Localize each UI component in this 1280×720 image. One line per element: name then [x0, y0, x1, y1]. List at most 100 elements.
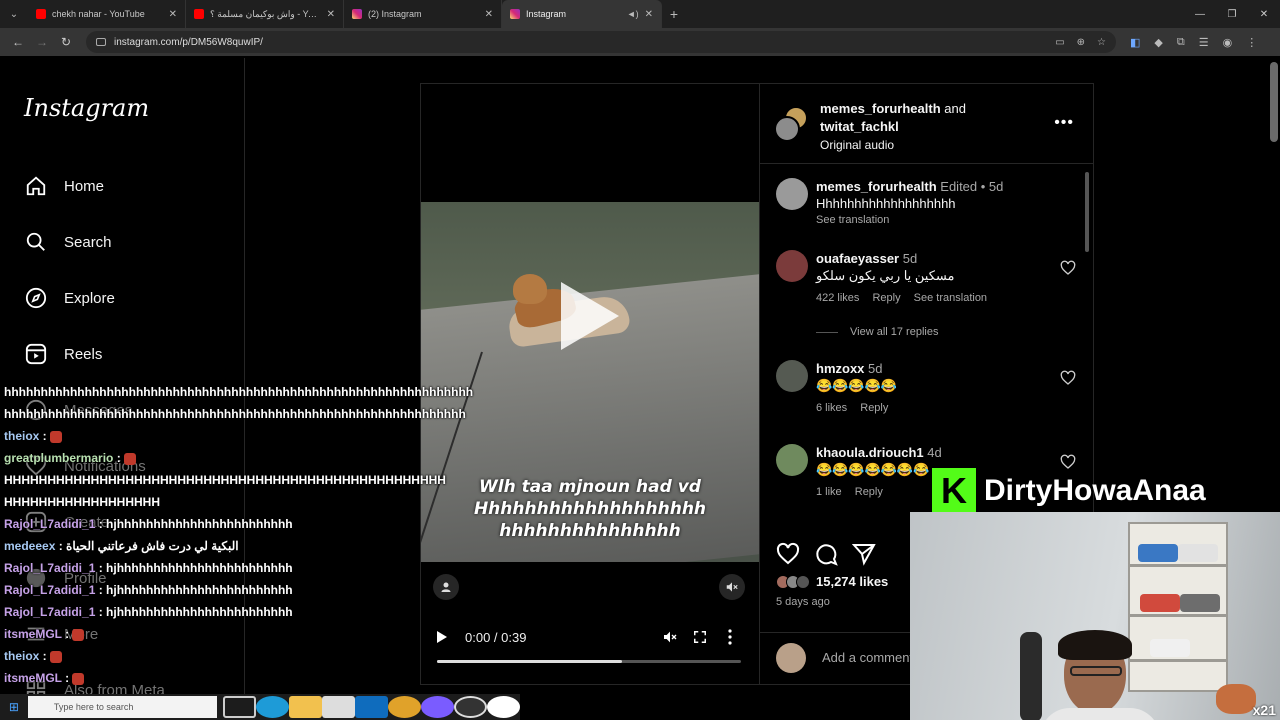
sidebar-item-explore[interactable]: Explore [24, 286, 115, 310]
cast-icon[interactable]: ▭ [1055, 37, 1064, 48]
tab-youtube-2[interactable]: واش بوكيمان مسلمة ؟ - YouTube ✕ [186, 0, 344, 28]
chat-message: HHHHHHHHHHHHHHHHHHHHHHHHHHHHHHHHHHHHHHHH… [4, 469, 464, 491]
back-button[interactable]: ← [6, 35, 30, 49]
discord-icon[interactable] [421, 696, 454, 718]
edge-icon[interactable] [256, 696, 289, 718]
chrome-icon[interactable] [388, 696, 421, 718]
avatar[interactable] [776, 360, 808, 392]
avatar[interactable] [776, 444, 808, 476]
comment-body: ouafaeyasser 5d مسكين يا ربي يكون سلكو 4… [816, 250, 1056, 307]
play-overlay-icon[interactable] [561, 282, 619, 350]
reply-button[interactable]: Reply [855, 486, 883, 498]
page-scrollbar[interactable] [1270, 62, 1278, 142]
comment-username[interactable]: hmzoxx [816, 361, 864, 376]
close-icon[interactable]: ✕ [485, 9, 493, 20]
outlook-icon[interactable] [355, 696, 388, 718]
like-comment-heart-icon[interactable] [1060, 260, 1076, 276]
comments-scrollbar[interactable] [1085, 172, 1089, 252]
sidebar-item-reels[interactable]: Reels [24, 342, 102, 366]
instagram-logo[interactable]: Instagram [24, 94, 149, 122]
zoom-icon[interactable]: ⊕ [1077, 37, 1085, 48]
restore-icon[interactable]: ❐ [1216, 9, 1248, 20]
store-icon[interactable] [322, 696, 355, 718]
video-progress-fill [437, 660, 623, 663]
post-header: memes_forurhealth and twitat_fachkl Orig… [760, 84, 1094, 164]
speaker-muted-icon [664, 631, 677, 643]
comment-username[interactable]: ouafaeyasser [816, 251, 899, 266]
chat-message: Rajol_L7adidi_1 : hjhhhhhhhhhhhhhhhhhhhh… [4, 517, 293, 531]
tab-search-button[interactable]: ⌄ [0, 0, 28, 28]
sidebar-item-search[interactable]: Search [24, 230, 112, 254]
comment-meta: 5d [902, 251, 918, 266]
file-explorer-icon[interactable] [289, 696, 322, 718]
extension-icon[interactable]: ◆ [1154, 36, 1162, 49]
video-player[interactable]: Wlh taa mjnoun had vd Hhhhhhhhhhhhhhhhhh… [421, 84, 759, 684]
close-window-icon[interactable]: ✕ [1248, 9, 1280, 20]
video-options-button[interactable] [715, 629, 745, 645]
translate-extension-icon[interactable]: ◧ [1130, 36, 1140, 49]
audio-muted-button[interactable] [719, 574, 745, 600]
address-bar[interactable]: instagram.com/p/DM56W8quwIP/ ▭ ⊕ ☆ [86, 31, 1116, 53]
close-icon[interactable]: ✕ [327, 9, 335, 20]
video-progress-bar[interactable] [437, 660, 741, 663]
like-heart-icon[interactable] [776, 542, 800, 566]
sidebar-item-home[interactable]: Home [24, 174, 104, 198]
see-translation-link[interactable]: See translation [816, 212, 1056, 229]
forward-button[interactable]: → [30, 35, 54, 49]
view-replies-button[interactable]: View all 17 replies [816, 326, 938, 338]
reply-button[interactable]: Reply [860, 402, 888, 414]
see-translation-link[interactable]: See translation [914, 292, 987, 304]
share-send-icon[interactable] [852, 542, 876, 566]
author-link[interactable]: memes_forurhealth [820, 101, 941, 116]
chat-message: HHHHHHHHHHHHHHHHHH [4, 491, 464, 513]
collab-avatars[interactable] [774, 106, 810, 142]
comment-username[interactable]: memes_forurhealth [816, 179, 937, 194]
like-comment-heart-icon[interactable] [1060, 370, 1076, 386]
comment-bubble-icon[interactable] [814, 542, 838, 566]
avatar[interactable] [776, 178, 808, 210]
close-icon[interactable]: ✕ [169, 9, 177, 20]
youtube-favicon-icon [36, 9, 46, 19]
comment-meta: Edited • 5d [940, 179, 1004, 194]
comment-body: memes_forurhealth Edited • 5d Hhhhhhhhhh… [816, 178, 1056, 229]
avatar[interactable] [776, 250, 808, 282]
kebab-icon [728, 629, 732, 645]
tab-mute-icon[interactable]: ◄) [627, 9, 639, 19]
reading-list-icon[interactable]: ☰ [1199, 36, 1209, 49]
extensions-puzzle-icon[interactable]: ⧉ [1177, 36, 1185, 49]
site-info-icon[interactable] [96, 38, 106, 46]
new-tab-button[interactable]: + [662, 6, 686, 22]
reload-button[interactable]: ↻ [54, 35, 78, 49]
bookmark-star-icon[interactable]: ☆ [1097, 37, 1106, 48]
chat-text: hjhhhhhhhhhhhhhhhhhhhhhhhh [106, 605, 293, 619]
capcut-icon[interactable] [487, 696, 520, 718]
tab-youtube-1[interactable]: chekh nahar - YouTube ✕ [28, 0, 186, 28]
tab-instagram-active[interactable]: Instagram ◄) ✕ [502, 0, 662, 28]
minimize-icon[interactable]: — [1184, 9, 1216, 20]
close-icon[interactable]: ✕ [645, 9, 653, 20]
streamer-brand-banner: K DirtyHowaAnaa [932, 468, 1206, 514]
obs-icon[interactable] [454, 696, 487, 718]
comment-likes[interactable]: 1 like [816, 486, 842, 498]
tab-title: واش بوكيمان مسلمة ؟ - YouTube [210, 8, 321, 19]
tab-instagram-1[interactable]: (2) Instagram ✕ [344, 0, 502, 28]
comment-username[interactable]: khaoula.driouch1 [816, 445, 924, 460]
profile-icon[interactable]: ◉ [1223, 36, 1233, 49]
video-frame[interactable]: Wlh taa mjnoun had vd Hhhhhhhhhhhhhhhhhh… [421, 202, 759, 562]
comment-likes[interactable]: 422 likes [816, 292, 859, 304]
tab-title: Instagram [526, 9, 567, 19]
windows-start-icon[interactable]: ⊞ [0, 700, 28, 714]
taskbar-search-input[interactable]: Type here to search [27, 696, 217, 718]
mute-button[interactable] [655, 629, 685, 645]
fullscreen-button[interactable] [685, 630, 715, 644]
comment-likes[interactable]: 6 likes [816, 402, 847, 414]
more-options-icon[interactable]: ••• [1054, 114, 1074, 132]
chrome-menu-icon[interactable]: ⋮ [1246, 36, 1257, 49]
chat-text: hjhhhhhhhhhhhhhhhhhhhhhhhh [106, 561, 293, 575]
task-view-icon[interactable] [223, 696, 256, 718]
reply-button[interactable]: Reply [872, 292, 900, 304]
comment-input[interactable]: Add a comment... [822, 650, 924, 665]
audio-link[interactable]: Original audio [820, 136, 966, 154]
author-link[interactable]: twitat_fachkl [820, 119, 899, 134]
likes-summary[interactable]: 15,274 likes [776, 574, 888, 589]
